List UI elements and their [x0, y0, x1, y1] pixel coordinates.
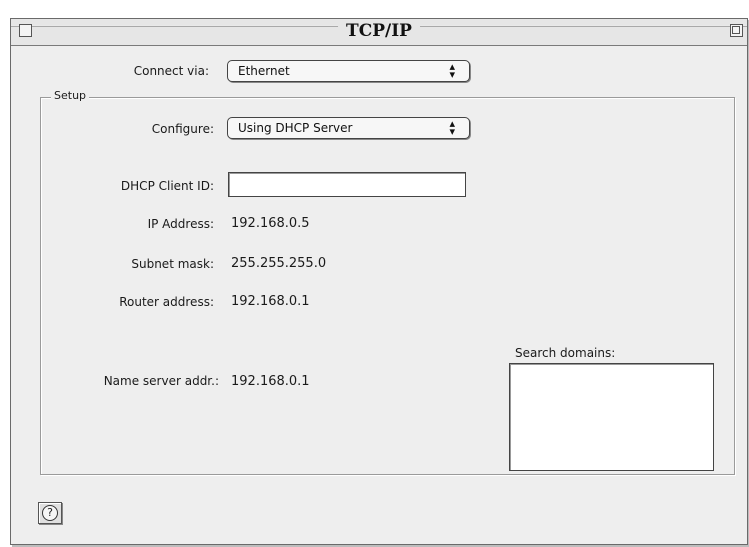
- ip-address-value: 192.168.0.5: [231, 216, 310, 231]
- name-server-value: 192.168.0.1: [231, 374, 310, 389]
- title-bar[interactable]: TCP/IP: [11, 19, 747, 46]
- setup-group-label: Setup: [51, 89, 90, 102]
- ip-address-label: IP Address:: [147, 217, 214, 231]
- configure-label: Configure:: [151, 122, 214, 136]
- connect-via-label: Connect via:: [133, 64, 209, 78]
- dhcp-client-id-label: DHCP Client ID:: [120, 179, 214, 193]
- subnet-mask-label: Subnet mask:: [131, 257, 214, 271]
- help-icon: ?: [42, 505, 58, 521]
- router-address-label: Router address:: [119, 295, 214, 309]
- close-box-icon[interactable]: [19, 24, 32, 37]
- configure-value: Using DHCP Server: [238, 121, 353, 135]
- dhcp-client-id-field[interactable]: [228, 172, 466, 197]
- subnet-mask-value: 255.255.255.0: [231, 256, 327, 271]
- popup-arrows-icon: ▴ ▾: [449, 60, 455, 81]
- popup-arrows-icon: ▴ ▾: [449, 117, 455, 138]
- window-title: TCP/IP: [338, 21, 420, 41]
- zoom-box-icon[interactable]: [730, 24, 743, 37]
- name-server-label: Name server addr.:: [103, 374, 219, 388]
- search-domains-label: Search domains:: [515, 346, 616, 360]
- connect-via-popup[interactable]: Ethernet ▴ ▾: [227, 60, 470, 82]
- configure-popup[interactable]: Using DHCP Server ▴ ▾: [227, 117, 470, 139]
- help-button[interactable]: ?: [38, 502, 62, 524]
- search-domains-field[interactable]: [509, 363, 714, 471]
- router-address-value: 192.168.0.1: [231, 294, 310, 309]
- connect-via-value: Ethernet: [238, 64, 290, 78]
- tcpip-window: TCP/IP Connect via: Ethernet ▴ ▾ Setup Co…: [10, 18, 748, 545]
